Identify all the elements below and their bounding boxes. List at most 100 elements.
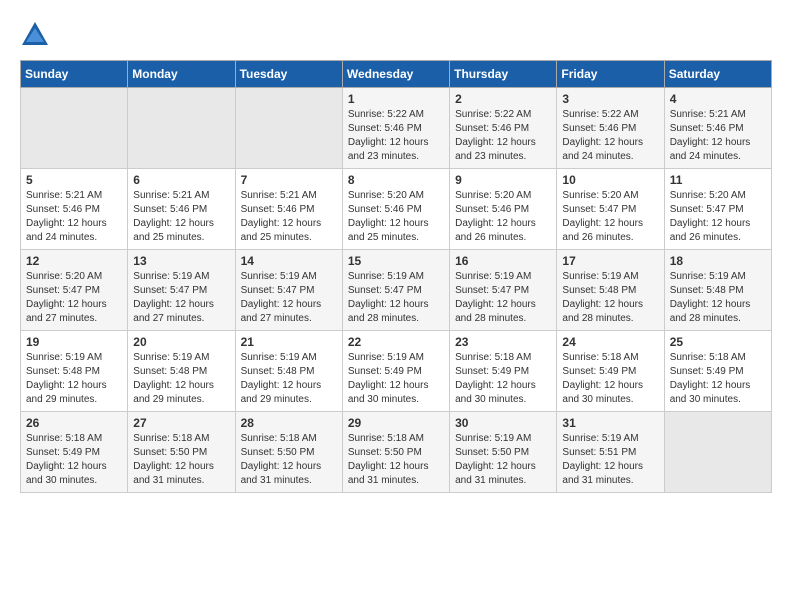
week-row-4: 26 Sunrise: 5:18 AM Sunset: 5:49 PM Dayli… <box>21 412 772 493</box>
calendar-cell: 1Sunrise: 5:22 AM Sunset: 5:46 PM Daylig… <box>342 88 449 169</box>
calendar-cell: 31 Sunrise: 5:19 AM Sunset: 5:51 PM Dayli… <box>557 412 664 493</box>
day-number: 21 <box>241 335 337 349</box>
calendar-cell: 2 Sunrise: 5:22 AM Sunset: 5:46 PM Daylig… <box>450 88 557 169</box>
day-info: Sunrise: 5:19 AM Sunset: 5:47 PM Dayligh… <box>348 270 444 326</box>
calendar-header: SundayMondayTuesdayWednesdayThursdayFrid… <box>21 61 772 88</box>
calendar-cell: 6 Sunrise: 5:21 AM Sunset: 5:46 PM Daylig… <box>128 169 235 250</box>
day-number: 1 <box>348 92 444 106</box>
day-number: 28 <box>241 416 337 430</box>
week-row-0: 1 Sunrise: 5:22 AM Sunset: 5:46 PM Daylig… <box>21 88 772 169</box>
calendar-cell: 17 Sunrise: 5:19 AM Sunset: 5:48 PM Dayli… <box>557 250 664 331</box>
week-row-3: 19 Sunrise: 5:19 AM Sunset: 5:48 PM Dayli… <box>21 331 772 412</box>
day-info: Sunrise: 5:21 AM Sunset: 5:46 PM Dayligh… <box>241 189 337 245</box>
calendar-body: 1 Sunrise: 5:22 AM Sunset: 5:46 PM Daylig… <box>21 88 772 493</box>
day-number: 8 <box>348 173 444 187</box>
day-info: Sunrise: 5:22 AM Sunset: 5:46 PM Dayligh… <box>455 108 551 164</box>
day-info: Sunrise: 5:19 AM Sunset: 5:47 PM Dayligh… <box>241 270 337 326</box>
day-info: Sunrise: 5:22 AM Sunset: 5:46 PM Dayligh… <box>562 108 658 164</box>
day-info: Sunrise: 5:19 AM Sunset: 5:48 PM Dayligh… <box>670 270 766 326</box>
day-number: 30 <box>455 416 551 430</box>
day-number: 17 <box>562 254 658 268</box>
calendar-cell: 5Sunrise: 5:21 AM Sunset: 5:46 PM Daylig… <box>21 169 128 250</box>
day-number: 25 <box>670 335 766 349</box>
calendar-cell: 7 Sunrise: 5:21 AM Sunset: 5:46 PM Daylig… <box>235 169 342 250</box>
day-number: 2 <box>455 92 551 106</box>
calendar-cell: 3 Sunrise: 5:22 AM Sunset: 5:46 PM Daylig… <box>557 88 664 169</box>
calendar-cell: 14Sunrise: 5:19 AM Sunset: 5:47 PM Dayli… <box>235 250 342 331</box>
day-number: 16 <box>455 254 551 268</box>
calendar-cell: 8 Sunrise: 5:20 AM Sunset: 5:46 PM Daylig… <box>342 169 449 250</box>
page-header <box>20 20 772 50</box>
day-info: Sunrise: 5:19 AM Sunset: 5:48 PM Dayligh… <box>562 270 658 326</box>
day-number: 22 <box>348 335 444 349</box>
day-info: Sunrise: 5:18 AM Sunset: 5:50 PM Dayligh… <box>348 432 444 488</box>
day-info: Sunrise: 5:20 AM Sunset: 5:47 PM Dayligh… <box>26 270 122 326</box>
header-day-friday: Friday <box>557 61 664 88</box>
day-info: Sunrise: 5:20 AM Sunset: 5:47 PM Dayligh… <box>562 189 658 245</box>
day-info: Sunrise: 5:20 AM Sunset: 5:46 PM Dayligh… <box>348 189 444 245</box>
day-number: 20 <box>133 335 229 349</box>
calendar-table: SundayMondayTuesdayWednesdayThursdayFrid… <box>20 60 772 493</box>
header-day-monday: Monday <box>128 61 235 88</box>
calendar-cell: 15 Sunrise: 5:19 AM Sunset: 5:47 PM Dayli… <box>342 250 449 331</box>
day-info: Sunrise: 5:19 AM Sunset: 5:49 PM Dayligh… <box>348 351 444 407</box>
day-info: Sunrise: 5:21 AM Sunset: 5:46 PM Dayligh… <box>133 189 229 245</box>
calendar-cell: 25 Sunrise: 5:18 AM Sunset: 5:49 PM Dayli… <box>664 331 771 412</box>
day-number: 31 <box>562 416 658 430</box>
day-info: Sunrise: 5:20 AM Sunset: 5:46 PM Dayligh… <box>455 189 551 245</box>
day-number: 10 <box>562 173 658 187</box>
header-day-wednesday: Wednesday <box>342 61 449 88</box>
calendar-cell: 20Sunrise: 5:19 AM Sunset: 5:48 PM Dayli… <box>128 331 235 412</box>
calendar-cell: 29Sunrise: 5:18 AM Sunset: 5:50 PM Dayli… <box>342 412 449 493</box>
day-number: 3 <box>562 92 658 106</box>
calendar-cell <box>21 88 128 169</box>
day-info: Sunrise: 5:19 AM Sunset: 5:48 PM Dayligh… <box>241 351 337 407</box>
day-number: 27 <box>133 416 229 430</box>
day-number: 18 <box>670 254 766 268</box>
day-info: Sunrise: 5:21 AM Sunset: 5:46 PM Dayligh… <box>26 189 122 245</box>
week-row-1: 5Sunrise: 5:21 AM Sunset: 5:46 PM Daylig… <box>21 169 772 250</box>
calendar-cell: 22 Sunrise: 5:19 AM Sunset: 5:49 PM Dayli… <box>342 331 449 412</box>
day-info: Sunrise: 5:19 AM Sunset: 5:50 PM Dayligh… <box>455 432 551 488</box>
calendar-cell: 30 Sunrise: 5:19 AM Sunset: 5:50 PM Dayli… <box>450 412 557 493</box>
day-info: Sunrise: 5:18 AM Sunset: 5:49 PM Dayligh… <box>562 351 658 407</box>
header-day-sunday: Sunday <box>21 61 128 88</box>
calendar-cell: 28 Sunrise: 5:18 AM Sunset: 5:50 PM Dayli… <box>235 412 342 493</box>
day-info: Sunrise: 5:19 AM Sunset: 5:48 PM Dayligh… <box>26 351 122 407</box>
day-number: 19 <box>26 335 122 349</box>
header-day-tuesday: Tuesday <box>235 61 342 88</box>
day-number: 24 <box>562 335 658 349</box>
day-info: Sunrise: 5:18 AM Sunset: 5:49 PM Dayligh… <box>455 351 551 407</box>
day-info: Sunrise: 5:18 AM Sunset: 5:49 PM Dayligh… <box>26 432 122 488</box>
header-day-thursday: Thursday <box>450 61 557 88</box>
calendar-cell: 11 Sunrise: 5:20 AM Sunset: 5:47 PM Dayli… <box>664 169 771 250</box>
day-info: Sunrise: 5:18 AM Sunset: 5:50 PM Dayligh… <box>241 432 337 488</box>
calendar-cell <box>664 412 771 493</box>
day-info: Sunrise: 5:20 AM Sunset: 5:47 PM Dayligh… <box>670 189 766 245</box>
day-number: 23 <box>455 335 551 349</box>
calendar-cell: 19 Sunrise: 5:19 AM Sunset: 5:48 PM Dayli… <box>21 331 128 412</box>
day-number: 11 <box>670 173 766 187</box>
day-info: Sunrise: 5:21 AM Sunset: 5:46 PM Dayligh… <box>670 108 766 164</box>
logo-icon <box>20 20 50 50</box>
calendar-cell: 16 Sunrise: 5:19 AM Sunset: 5:47 PM Dayli… <box>450 250 557 331</box>
day-number: 6 <box>133 173 229 187</box>
logo <box>20 20 54 50</box>
calendar-cell: 4Sunrise: 5:21 AM Sunset: 5:46 PM Daylig… <box>664 88 771 169</box>
day-info: Sunrise: 5:19 AM Sunset: 5:51 PM Dayligh… <box>562 432 658 488</box>
day-info: Sunrise: 5:18 AM Sunset: 5:49 PM Dayligh… <box>670 351 766 407</box>
day-number: 26 <box>26 416 122 430</box>
calendar-cell: 10 Sunrise: 5:20 AM Sunset: 5:47 PM Dayli… <box>557 169 664 250</box>
calendar-cell: 21 Sunrise: 5:19 AM Sunset: 5:48 PM Dayli… <box>235 331 342 412</box>
day-info: Sunrise: 5:19 AM Sunset: 5:47 PM Dayligh… <box>455 270 551 326</box>
day-number: 7 <box>241 173 337 187</box>
calendar-cell: 24 Sunrise: 5:18 AM Sunset: 5:49 PM Dayli… <box>557 331 664 412</box>
header-row: SundayMondayTuesdayWednesdayThursdayFrid… <box>21 61 772 88</box>
day-info: Sunrise: 5:18 AM Sunset: 5:50 PM Dayligh… <box>133 432 229 488</box>
day-number: 13 <box>133 254 229 268</box>
day-number: 12 <box>26 254 122 268</box>
calendar-cell: 26 Sunrise: 5:18 AM Sunset: 5:49 PM Dayli… <box>21 412 128 493</box>
header-day-saturday: Saturday <box>664 61 771 88</box>
day-number: 15 <box>348 254 444 268</box>
day-info: Sunrise: 5:19 AM Sunset: 5:47 PM Dayligh… <box>133 270 229 326</box>
